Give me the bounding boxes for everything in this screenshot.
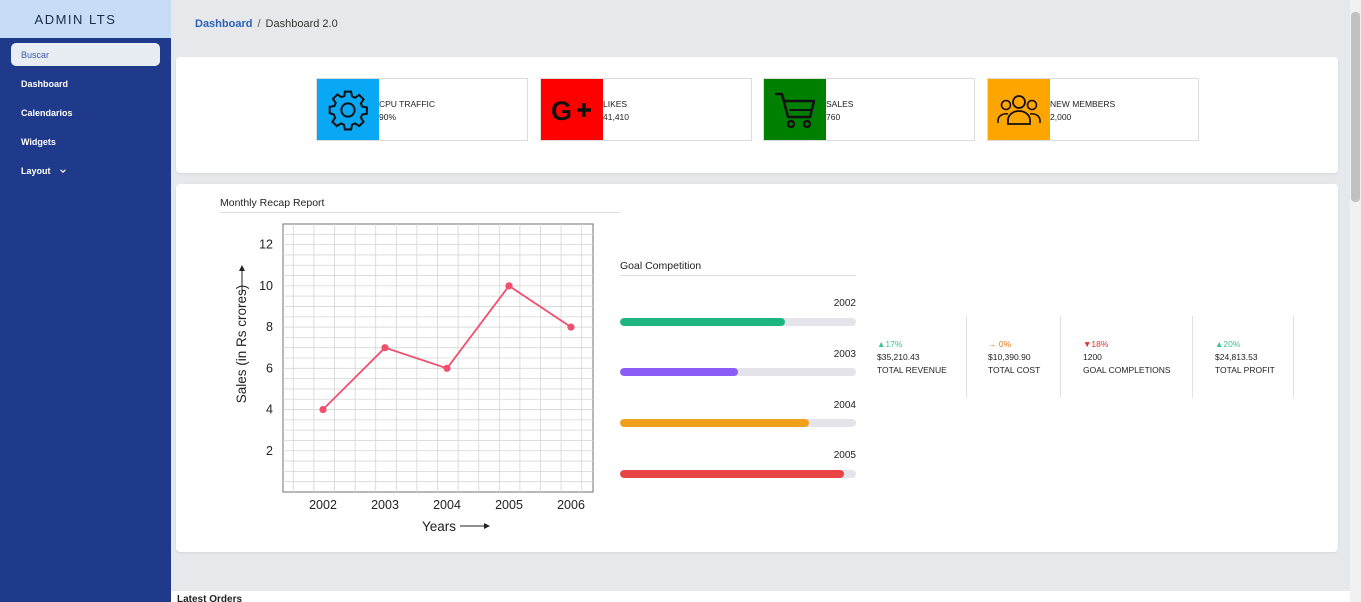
y-tick-label: 4: [266, 403, 273, 417]
sidebar: ADMIN LTS Buscar Dashboard Calendarios W…: [0, 0, 171, 602]
goal-progress-fill: [620, 368, 738, 376]
scrollbar-thumb[interactable]: [1351, 12, 1360, 202]
goal-label-2003: 2003: [833, 349, 856, 360]
x-axis-arrowhead: [484, 523, 490, 529]
info-box-cpu-traffic: CPU TRAFFIC 90%: [316, 78, 528, 141]
info-box-likes: G LIKES 41,410: [540, 78, 752, 141]
info-box-value: 90%: [379, 112, 397, 122]
y-axis-label: Sales (in Rs crores): [234, 285, 249, 404]
goal-progress-2005: [620, 470, 856, 478]
goal-progress-2003: [620, 368, 856, 376]
breadcrumb-current: Dashboard 2.0: [265, 18, 338, 30]
x-tick-label: 2005: [495, 498, 523, 512]
info-icon-box: G: [541, 79, 603, 140]
stat-change: → 0%: [988, 339, 1012, 349]
goal-progress-fill: [620, 470, 845, 478]
y-tick-label: 10: [259, 279, 273, 293]
sales-data-point: [567, 323, 575, 331]
info-box-new-members: NEW MEMBERS 2,000: [987, 78, 1199, 141]
sidebar-item-calendarios[interactable]: Calendarios: [21, 108, 73, 118]
users-icon: [997, 94, 1041, 125]
info-box-label: LIKES: [603, 99, 628, 109]
stat-total-revenue: ▲17% $35,210.43 TOTAL REVENUE: [877, 316, 967, 398]
stat-change: ▲17%: [877, 339, 903, 349]
sidebar-item-layout[interactable]: Layout: [21, 166, 67, 176]
svg-text:G: G: [551, 96, 572, 125]
goal-progress-2004: [620, 419, 856, 427]
sales-data-point: [381, 344, 389, 352]
x-tick-label: 2004: [433, 498, 461, 512]
stat-value: $24,813.53: [1215, 352, 1258, 362]
stat-total-profit: ▲20% $24,813.53 TOTAL PROFIT: [1215, 316, 1294, 398]
brand-title: ADMIN LTS: [34, 11, 117, 27]
y-axis-arrowhead: [239, 265, 245, 271]
goal-progress-2002: [620, 318, 856, 326]
info-icon-box: [988, 79, 1050, 140]
chevron-down-icon: [59, 169, 66, 174]
x-tick-label: 2003: [371, 498, 399, 512]
breadcrumb: Dashboard / Dashboard 2.0: [195, 18, 338, 30]
stat-value: $35,210.43: [877, 352, 920, 362]
stat-change: ▲20%: [1215, 339, 1241, 349]
y-tick-label: 2: [266, 444, 273, 458]
stat-label: GOAL COMPLETIONS: [1083, 365, 1171, 375]
info-box-label: SALES: [826, 99, 854, 109]
info-box-sales: SALES 760: [763, 78, 975, 141]
x-tick-label: 2006: [557, 498, 585, 512]
info-box-label: CPU TRAFFIC: [379, 99, 436, 109]
y-tick-label: 6: [266, 361, 273, 375]
search-label: Buscar: [21, 49, 50, 60]
stat-change: ▼18%: [1083, 339, 1109, 349]
info-icon-box: [317, 79, 379, 140]
stat-value: $10,390.90: [988, 352, 1031, 362]
latest-orders-card: Latest Orders: [171, 591, 1350, 602]
page-scrollbar[interactable]: [1350, 0, 1361, 602]
search-input[interactable]: Buscar: [11, 43, 160, 66]
brand-header[interactable]: ADMIN LTS: [0, 0, 171, 38]
stat-value: 1200: [1083, 352, 1102, 362]
x-axis-label: Years: [422, 519, 456, 534]
sales-data-point: [505, 282, 513, 290]
sales-data-point: [443, 364, 451, 372]
cart-icon: [775, 92, 816, 128]
info-box-value: 41,410: [603, 112, 629, 122]
sales-line-chart: 2 4 6 8 10 12 2002 2003 2004 2005 2006 Years Sales (…: [234, 223, 594, 534]
info-box-value: 2,000: [1050, 112, 1072, 122]
sidebar-item-label: Widgets: [21, 137, 56, 147]
sales-data-point: [319, 405, 327, 414]
sidebar-item-label: Dashboard: [21, 79, 69, 89]
google-plus-icon: G: [551, 96, 591, 125]
sidebar-item-dashboard[interactable]: Dashboard: [21, 79, 68, 89]
x-tick-label: 2002: [309, 498, 337, 512]
breadcrumb-link-dashboard[interactable]: Dashboard: [195, 18, 252, 30]
goal-competition-title: Goal Competition: [620, 260, 856, 276]
info-box-value: 760: [826, 112, 841, 122]
y-tick-label: 8: [266, 320, 273, 334]
latest-orders-title: Latest Orders: [177, 594, 243, 602]
breadcrumb-separator: /: [257, 18, 261, 30]
goal-progress-fill: [620, 419, 809, 427]
recap-report-title: Monthly Recap Report: [220, 197, 620, 213]
stat-total-cost: → 0% $10,390.90 TOTAL COST: [988, 316, 1061, 398]
gear-icon: [328, 90, 368, 130]
info-icon-box: [764, 79, 826, 140]
goal-label-2004: 2004: [833, 400, 856, 411]
sidebar-item-label: Calendarios: [21, 108, 73, 118]
sidebar-item-widgets[interactable]: Widgets: [21, 137, 56, 147]
y-tick-label: 12: [259, 238, 273, 252]
sidebar-item-label: Layout: [21, 166, 51, 176]
stat-label: TOTAL REVENUE: [877, 365, 947, 375]
goal-progress-fill: [620, 318, 786, 326]
stat-label: TOTAL COST: [988, 365, 1041, 375]
info-box-label: NEW MEMBERS: [1050, 99, 1116, 109]
stat-goal-completions: ▼18% 1200 GOAL COMPLETIONS: [1083, 316, 1193, 398]
goal-label-2005: 2005: [833, 450, 856, 461]
goal-label-2002: 2002: [833, 298, 856, 309]
stat-label: TOTAL PROFIT: [1215, 365, 1275, 375]
